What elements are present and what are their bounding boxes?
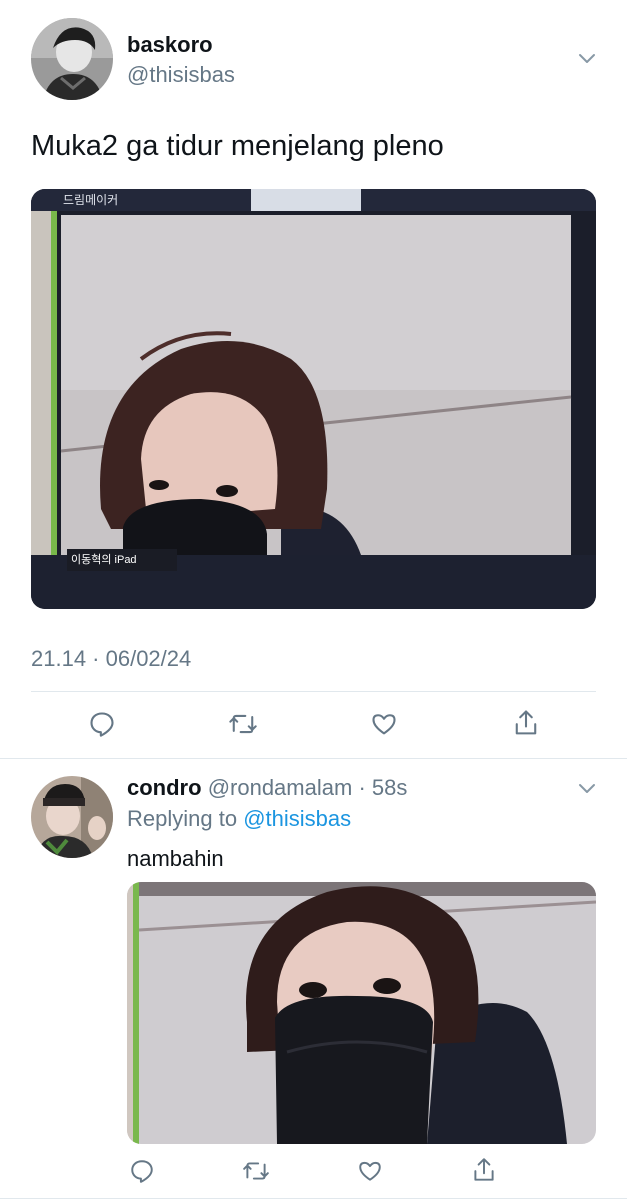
reply-button[interactable] — [86, 708, 118, 740]
divider — [31, 691, 596, 692]
reply-icon — [131, 1160, 153, 1183]
replying-prefix: Replying to — [127, 806, 238, 831]
tweet-media[interactable]: 드림메이커 이동혁의 iPad — [31, 189, 596, 609]
reply-time[interactable]: · 58s — [358, 775, 407, 800]
reply-media[interactable] — [127, 882, 596, 1144]
reply-retweet-button[interactable] — [240, 1156, 272, 1186]
tweet-text: Muka2 ga tidur menjelang pleno — [31, 130, 444, 162]
bottom-divider — [0, 1198, 627, 1199]
reply-display-name[interactable]: condro — [127, 775, 202, 800]
avatar[interactable] — [31, 18, 113, 100]
media-top-label: 드림메이커 — [63, 193, 119, 207]
share-button[interactable] — [510, 706, 542, 740]
replying-to-handle[interactable]: @thisisbas — [243, 806, 351, 831]
retweet-icon — [243, 1162, 269, 1180]
retweet-button[interactable] — [226, 708, 260, 740]
user-handle[interactable]: @thisisbas — [127, 62, 235, 88]
display-name[interactable]: baskoro — [127, 32, 213, 58]
reply-like-button[interactable] — [355, 1156, 385, 1186]
reply-avatar[interactable] — [31, 776, 113, 858]
like-button[interactable] — [368, 708, 400, 740]
media-caption: 이동혁의 iPad — [71, 554, 137, 566]
reply-header: condro @rondamalam · 58s — [127, 775, 407, 801]
section-divider — [0, 758, 627, 759]
reply-handle[interactable]: @rondamalam — [208, 775, 353, 800]
retweet-icon — [229, 714, 257, 734]
tweet-timestamp[interactable]: 21.14 · 06/02/24 — [31, 646, 191, 672]
reply-share-button[interactable] — [469, 1154, 499, 1186]
share-icon — [515, 710, 537, 735]
reply-reply-button[interactable] — [127, 1156, 157, 1186]
reply-text: nambahin — [127, 846, 224, 871]
like-icon — [372, 714, 396, 735]
chevron-down-icon[interactable] — [578, 782, 596, 800]
replying-to: Replying to @thisisbas — [127, 806, 351, 832]
chevron-down-icon[interactable] — [578, 52, 596, 70]
like-icon — [359, 1161, 381, 1181]
share-icon — [474, 1158, 494, 1181]
reply-icon — [90, 712, 114, 737]
